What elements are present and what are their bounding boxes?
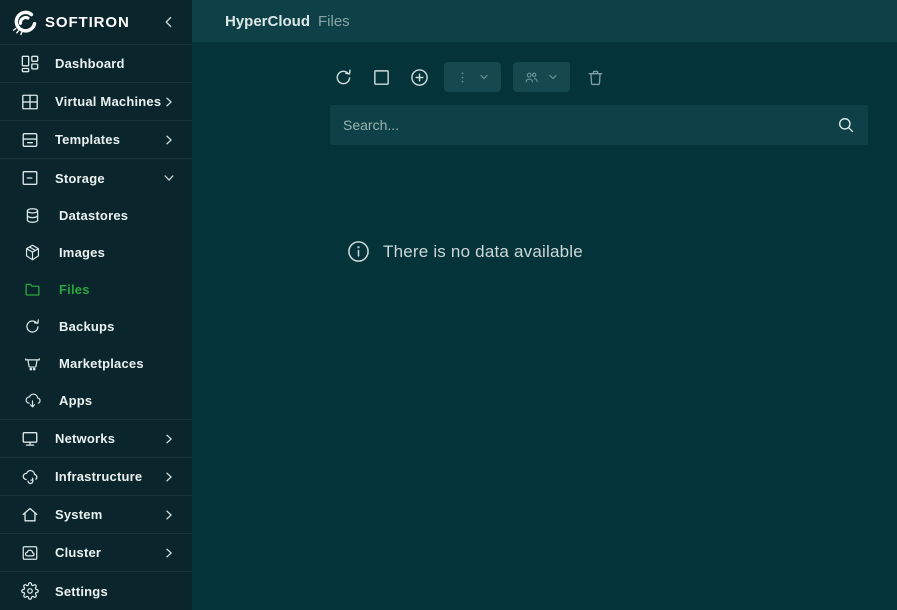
sidebar-item-label: Networks [55, 431, 162, 446]
search-bar [330, 105, 868, 145]
virtual-machines-icon [21, 93, 39, 111]
trash-icon [586, 68, 605, 87]
sidebar-item-label: Infrastructure [55, 469, 162, 484]
templates-icon [21, 131, 39, 149]
sidebar-item-label: Settings [55, 584, 176, 599]
chevron-down-icon [162, 171, 176, 185]
sidebar-item-infrastructure[interactable]: Infrastructure [0, 458, 192, 496]
sidebar-item-apps[interactable]: Apps [0, 382, 192, 419]
sidebar-item-virtual-machines[interactable]: Virtual Machines [0, 83, 192, 121]
sidebar-item-cluster[interactable]: Cluster [0, 534, 192, 572]
info-circle-icon [347, 240, 370, 263]
chevron-down-icon [547, 71, 559, 83]
ellipsis-vertical-icon [455, 70, 470, 85]
infrastructure-icon [21, 468, 39, 486]
ownership-dropdown[interactable] [513, 62, 570, 92]
apps-icon [24, 392, 41, 409]
settings-icon [21, 582, 39, 600]
breadcrumb-page: Files [318, 13, 350, 30]
sidebar-item-marketplaces[interactable]: Marketplaces [0, 345, 192, 382]
images-icon [24, 244, 41, 261]
chevron-right-icon [162, 432, 176, 446]
sidebar-item-label: Backups [59, 319, 176, 334]
chevron-right-icon [162, 470, 176, 484]
plus-circle-icon [410, 68, 429, 87]
sidebar-item-label: Virtual Machines [55, 94, 162, 109]
main-area: HyperCloud Files [192, 0, 897, 610]
sidebar-item-images[interactable]: Images [0, 234, 192, 271]
chevron-left-icon[interactable] [161, 14, 177, 30]
search-input[interactable] [343, 117, 837, 133]
sidebar-item-templates[interactable]: Templates [0, 121, 192, 159]
logo-text: SOFTIRON [45, 14, 161, 31]
backups-icon [24, 318, 41, 335]
files-icon [24, 281, 41, 298]
storage-submenu: Datastores Images Files [0, 197, 192, 420]
delete-button[interactable] [582, 64, 608, 90]
more-actions-dropdown[interactable] [444, 62, 501, 92]
logo-bar: SOFTIRON [0, 0, 192, 45]
refresh-button[interactable] [330, 64, 356, 90]
sidebar-item-label: Marketplaces [59, 356, 176, 371]
storage-icon [21, 169, 39, 187]
toolbar [330, 62, 868, 92]
sidebar-item-label: Dashboard [55, 56, 176, 71]
empty-state-message: There is no data available [383, 242, 583, 262]
chevron-right-icon [162, 508, 176, 522]
sidebar-item-backups[interactable]: Backups [0, 308, 192, 345]
sidebar-item-label: Images [59, 245, 176, 260]
chevron-right-icon [162, 133, 176, 147]
select-button[interactable] [368, 64, 394, 90]
sidebar-item-networks[interactable]: Networks [0, 420, 192, 458]
datastores-icon [24, 207, 41, 224]
sidebar-item-dashboard[interactable]: Dashboard [0, 45, 192, 83]
breadcrumb: HyperCloud Files [192, 0, 897, 42]
chevron-right-icon [162, 95, 176, 109]
sidebar: SOFTIRON Dashboard Virtual Machines [0, 0, 192, 610]
sidebar-item-settings[interactable]: Settings [0, 572, 192, 610]
sidebar-item-files[interactable]: Files [0, 271, 192, 308]
sidebar-item-system[interactable]: System [0, 496, 192, 534]
search-icon[interactable] [837, 116, 855, 134]
networks-icon [21, 430, 39, 448]
sidebar-item-label: Datastores [59, 208, 176, 223]
marketplaces-icon [24, 355, 41, 372]
sidebar-item-label: Templates [55, 132, 162, 147]
empty-state: There is no data available [347, 240, 897, 263]
breadcrumb-app: HyperCloud [225, 13, 310, 30]
add-button[interactable] [406, 64, 432, 90]
cluster-icon [21, 544, 39, 562]
sidebar-item-label: Storage [55, 171, 162, 186]
users-icon [524, 70, 539, 85]
sidebar-item-label: Files [59, 282, 176, 297]
sidebar-item-label: System [55, 507, 162, 522]
sidebar-item-storage[interactable]: Storage [0, 159, 192, 197]
dashboard-icon [21, 55, 39, 73]
chevron-down-icon [478, 71, 490, 83]
softiron-dragon-icon [10, 8, 38, 36]
refresh-icon [334, 68, 353, 87]
chevron-right-icon [162, 546, 176, 560]
sidebar-item-label: Apps [59, 393, 176, 408]
system-icon [21, 506, 39, 524]
sidebar-item-datastores[interactable]: Datastores [0, 197, 192, 234]
sidebar-item-label: Cluster [55, 545, 162, 560]
square-icon [372, 68, 391, 87]
